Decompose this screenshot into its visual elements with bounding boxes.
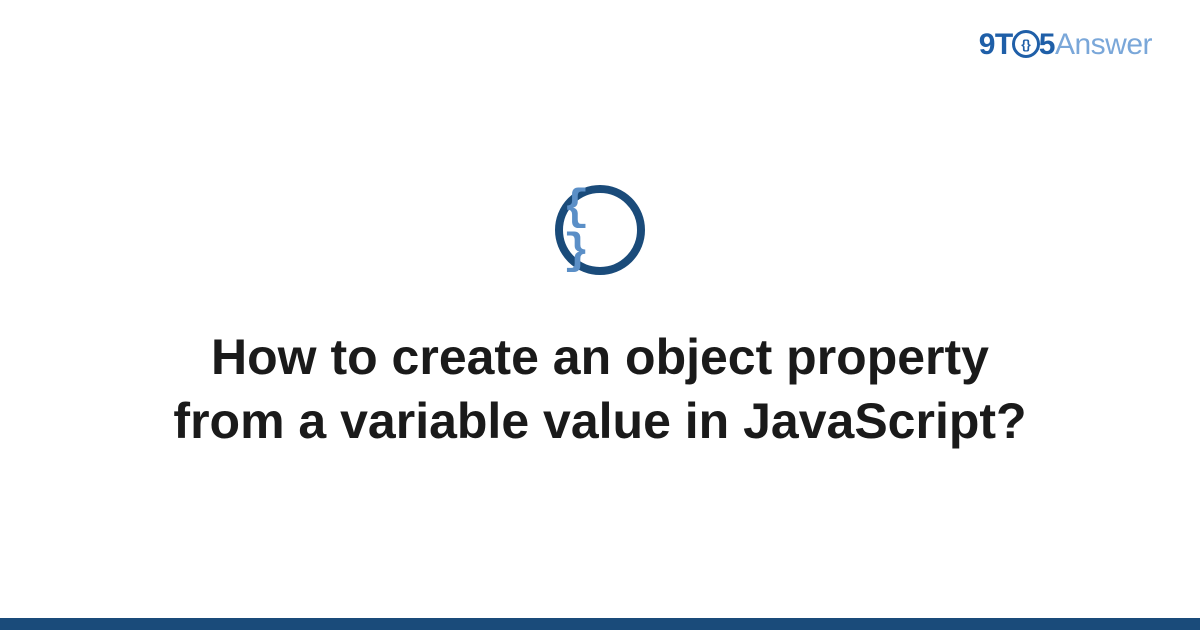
main-content: { } How to create an object property fro… [0,0,1200,618]
topic-icon-wrapper: { } [555,185,645,275]
footer-accent-bar [0,618,1200,630]
question-title: How to create an object property from a … [120,325,1080,453]
braces-icon: { } [555,185,645,275]
braces-glyph: { } [563,186,637,274]
